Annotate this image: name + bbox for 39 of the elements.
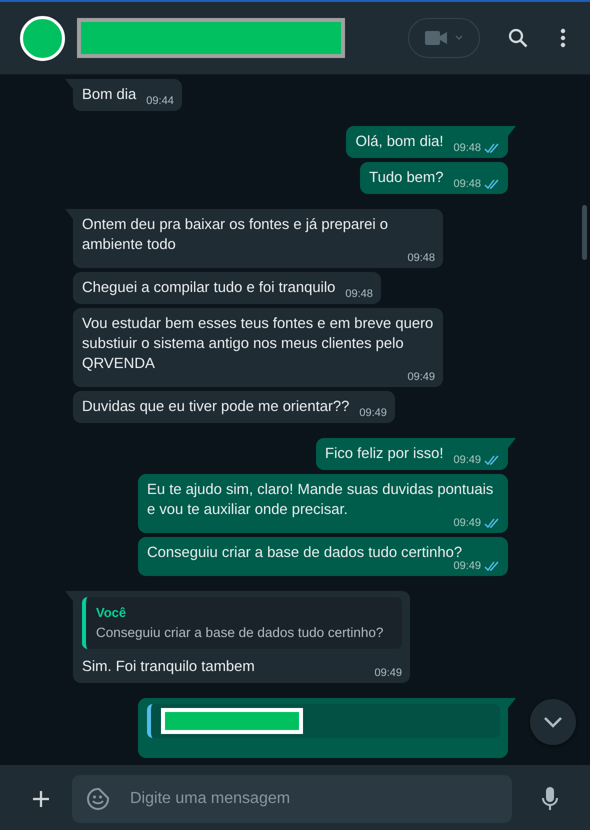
caret-icon — [455, 35, 463, 41]
message-text: Bom dia — [82, 86, 136, 105]
message-text: Ontem deu pra baixar os fontes e já preparei o ambiente todo — [82, 216, 389, 255]
message-text: Eu te ajudo sim, claro! Mande suas duvidas pontuais e vou te auxiliar onde precisar. — [147, 481, 494, 518]
menu-icon — [560, 28, 566, 48]
scrollbar[interactable] — [582, 205, 587, 260]
message-field[interactable]: Digite uma mensagem — [72, 774, 512, 822]
message-time: 09:44 — [146, 95, 174, 108]
search-icon — [508, 28, 528, 48]
sticker-icon[interactable] — [86, 786, 110, 810]
chevron-down-icon — [543, 716, 563, 728]
message-text: Tudo bem? — [369, 169, 444, 188]
message-text: Fico feliz por isso! — [325, 445, 444, 464]
message-time: 09:48 — [407, 252, 435, 265]
message-text: Sim. Foi tranquilo tambem — [82, 658, 256, 677]
quoted-message[interactable] — [147, 704, 500, 738]
quoted-message[interactable]: Você Conseguiu criar a base de dados tudo certinho? — [82, 597, 402, 649]
message-text: Cheguei a compilar tudo e foi tranquilo — [82, 279, 336, 298]
message-time: 09:49 — [453, 517, 481, 530]
quote-author: Você — [96, 604, 128, 622]
message-text: Vou estudar bem esses teus fontes e em breve quero substiuir o sistema antigo nos meus clientes pelo QRVENDA — [82, 315, 434, 372]
message-text: Olá, bom dia! — [355, 133, 444, 152]
quote-text: Conseguiu criar a base de dados tudo certinho? — [96, 624, 384, 642]
message-time: 09:49 — [407, 371, 435, 384]
message-time: 09:49 — [453, 560, 481, 573]
message-time: 09:48 — [453, 178, 481, 191]
video-call-button[interactable] — [408, 18, 480, 58]
microphone-icon — [542, 786, 558, 810]
avatar[interactable] — [20, 16, 65, 60]
video-camera-icon — [425, 31, 447, 45]
message-time: 09:49 — [453, 454, 481, 467]
message-time: 09:48 — [453, 142, 481, 155]
message-text: Duvidas que eu tiver pode me orientar?? — [82, 398, 350, 417]
message-time: 09:49 — [359, 407, 387, 420]
scroll-down-button[interactable] — [530, 699, 576, 745]
message-time: 09:48 — [345, 288, 373, 301]
plus-icon — [32, 790, 50, 808]
message-time: 09:49 — [374, 667, 402, 680]
message-text: Conseguiu criar a base de dados tudo certinho? — [147, 544, 464, 561]
